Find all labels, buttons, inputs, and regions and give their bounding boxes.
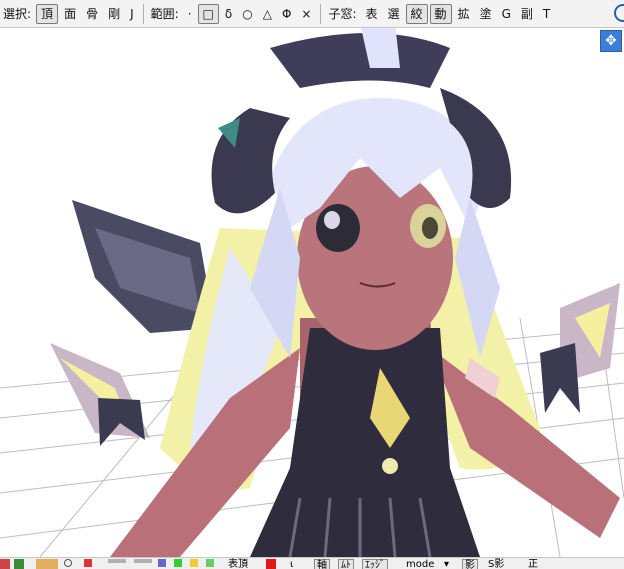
range-circle-button[interactable]: ○ bbox=[238, 4, 256, 24]
sshadow-button[interactable]: S影 bbox=[488, 559, 504, 569]
moku-button[interactable]: ﾑﾄ bbox=[338, 559, 354, 569]
color-icon[interactable] bbox=[158, 559, 166, 567]
dots-icon bbox=[134, 559, 152, 563]
mode-dropdown-arrow[interactable]: ▾ bbox=[444, 559, 449, 569]
color-swatch[interactable] bbox=[266, 559, 276, 569]
select-joint-button[interactable]: J bbox=[126, 4, 138, 24]
select-rigidbody-button[interactable]: 剛 bbox=[104, 4, 124, 24]
edge-button[interactable]: ｴｯｼﾞ bbox=[362, 559, 388, 569]
sei-button[interactable]: 正 bbox=[528, 559, 538, 569]
subwindow-display-button[interactable]: 表 bbox=[362, 4, 382, 24]
model-scene bbox=[0, 28, 624, 557]
subwindow-paint-button[interactable]: 塗 bbox=[476, 4, 496, 24]
paint-icon[interactable] bbox=[36, 559, 58, 569]
dress-brooch bbox=[382, 458, 398, 474]
range-cross-button[interactable]: × bbox=[297, 4, 315, 24]
toolbar-divider bbox=[320, 3, 322, 24]
left-eye bbox=[316, 204, 360, 252]
status-icon bbox=[14, 559, 24, 569]
color-icon[interactable] bbox=[174, 559, 182, 567]
subwindow-sub-button[interactable]: 副 bbox=[517, 4, 537, 24]
expression-label: 表頂 bbox=[228, 559, 248, 569]
select-vertex-button[interactable]: 頂 bbox=[36, 3, 59, 24]
subwindow-g-button[interactable]: G bbox=[498, 4, 515, 24]
bottom-toolbar: 表頂 ι 軸 ﾑﾄ ｴｯｼﾞ mode ▾ 影 S影 正 bbox=[0, 557, 624, 569]
color-icon[interactable] bbox=[206, 559, 214, 567]
3d-viewport[interactable] bbox=[0, 28, 624, 557]
shi-label: ι bbox=[290, 559, 294, 569]
right-eye-pupil bbox=[422, 217, 438, 239]
top-toolbar: 選択: 頂 面 骨 剛 J 範囲: · □ δ ○ △ Φ × 子窓: 表 選 … bbox=[0, 0, 624, 28]
range-point-button[interactable]: · bbox=[184, 4, 196, 24]
shadow-button[interactable]: 影 bbox=[462, 559, 478, 569]
subwindow-move-button[interactable]: 動 bbox=[429, 3, 452, 24]
color-icon[interactable] bbox=[190, 559, 198, 567]
dots-icon bbox=[108, 559, 126, 563]
move-arrows-icon[interactable]: ✥ bbox=[600, 30, 622, 52]
select-bone-button[interactable]: 骨 bbox=[82, 4, 102, 24]
mode-label: mode bbox=[406, 559, 435, 569]
subwindow-t-button[interactable]: T bbox=[539, 4, 554, 24]
status-icon bbox=[0, 559, 10, 569]
target-icon[interactable] bbox=[64, 559, 72, 567]
view-reset-icon[interactable] bbox=[614, 4, 624, 22]
axis-button[interactable]: 軸 bbox=[314, 559, 330, 569]
select-face-button[interactable]: 面 bbox=[60, 4, 80, 24]
range-mode-label: 範囲: bbox=[150, 7, 179, 21]
subwindow-filter-button[interactable]: 絞 bbox=[405, 3, 428, 24]
hat bbox=[270, 33, 450, 88]
range-phi-button[interactable]: Φ bbox=[278, 4, 295, 24]
color-icon[interactable] bbox=[84, 559, 92, 567]
subwindow-label: 子窓: bbox=[328, 7, 357, 21]
range-lasso-button[interactable]: δ bbox=[221, 4, 236, 24]
select-mode-label: 選択: bbox=[3, 7, 32, 21]
range-triangle-button[interactable]: △ bbox=[259, 4, 276, 24]
subwindow-scale-button[interactable]: 拡 bbox=[454, 4, 474, 24]
subwindow-select-button[interactable]: 選 bbox=[384, 4, 404, 24]
left-eye-highlight bbox=[324, 211, 340, 229]
range-rect-button[interactable]: □ bbox=[197, 3, 219, 24]
toolbar-divider bbox=[142, 3, 144, 24]
right-bow bbox=[540, 343, 580, 413]
